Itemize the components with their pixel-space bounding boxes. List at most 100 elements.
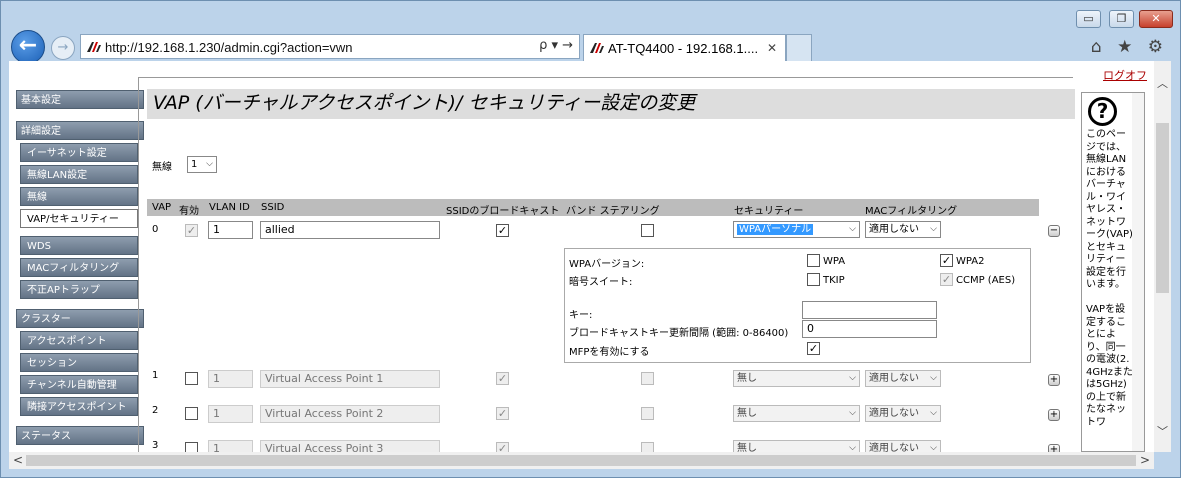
expand-button[interactable]: + [1048,374,1060,386]
scroll-down-icon[interactable]: ﹀ [1157,423,1168,439]
minimize-button[interactable]: ▭ [1076,10,1101,28]
site-logo-icon [590,43,604,53]
ssid-input[interactable]: Virtual Access Point 1 [260,370,440,388]
mfp-checkbox[interactable]: ✓ [807,342,820,355]
vlan-input[interactable]: 1 [208,370,253,388]
search-go-icon[interactable]: ρ ▾ → [539,38,573,53]
help-panel: ? このページでは、無線LANにおけるバーチャル・ワイヤレス・ネットワーク(VA… [1081,92,1145,452]
sidebar-item-neighbor-ap[interactable]: 隣接アクセスポイント [20,397,138,416]
col-broadcast: SSIDのブロードキャスト [446,206,560,217]
broadcast-checkbox[interactable]: ✓ [496,407,509,420]
url-text: http://192.168.1.230/admin.cgi?action=vw… [105,40,353,55]
col-enabled: 有効 [179,206,199,217]
col-band-steering: バンド ステアリング [566,206,660,217]
expand-button[interactable]: + [1048,409,1060,421]
enabled-checkbox[interactable] [185,407,198,420]
table-header: VAP 有効 VLAN ID SSID SSIDのブロードキャスト バンド ステ… [147,199,1039,217]
sidebar-item-wlan[interactable]: 無線LAN設定 [20,165,138,184]
sidebar-item-rogue-ap[interactable]: 不正APトラップ [20,280,138,299]
col-vap: VAP [152,202,172,213]
enabled-checkbox[interactable]: ✓ [185,224,198,237]
band-steering-checkbox[interactable] [641,224,654,237]
close-window-button[interactable]: ✕ [1139,10,1173,28]
security-select[interactable]: 無し ⌵ [733,370,860,387]
wpa-settings-panel: WPAバージョン: WPA ✓ WPA2 暗号スイート: TKIP ✓ CCMP… [564,248,1031,363]
toolbar-icons[interactable]: ⌂ ★ ⚙ [1091,37,1168,57]
mac-filter-select[interactable]: 適用しない ⌵ [865,221,941,238]
band-steering-checkbox[interactable] [641,442,654,452]
ccmp-checkbox[interactable]: ✓ [940,273,953,286]
page-title: VAP (バーチャルアクセスポイント)/ セキュリティー設定の変更 [147,89,1075,119]
sidebar-item-mac-filter[interactable]: MACフィルタリング [20,258,138,277]
band-steering-checkbox[interactable] [641,372,654,385]
scroll-right-icon[interactable]: > [1140,453,1150,467]
wpa2-label: WPA2 [956,256,985,267]
vertical-scrollbar[interactable]: ︿ ﹀ [1154,61,1171,452]
expand-button[interactable]: + [1048,444,1060,452]
logout-link[interactable]: ログオフ [1103,67,1147,83]
rekey-input[interactable]: 0 [802,320,937,338]
mac-filter-select[interactable]: 適用しない ⌵ [865,405,941,422]
tab-close-icon[interactable]: ✕ [767,41,777,55]
scroll-thumb[interactable] [26,455,1136,466]
enabled-checkbox[interactable] [185,372,198,385]
scroll-up-icon[interactable]: ︿ [1157,75,1168,91]
ssid-input[interactable]: Virtual Access Point 3 [260,440,440,452]
col-ssid: SSID [261,202,285,213]
col-security: セキュリティー [734,206,804,217]
wpa-checkbox[interactable] [807,254,820,267]
security-select[interactable]: WPAパーソナル ⌵ [733,221,860,238]
ccmp-label: CCMP (AES) [956,275,1016,286]
sidebar-item-radio[interactable]: 無線 [20,187,138,206]
sidebar: 基本設定 詳細設定 イーサネット設定 無線LAN設定 無線 VAP/セキュリティ… [9,85,144,445]
security-select[interactable]: 無し ⌵ [733,440,860,452]
vap-number: 1 [152,370,159,381]
sidebar-group-basic[interactable]: 基本設定 [16,90,144,109]
new-tab-button[interactable] [786,34,812,61]
sidebar-item-vap-security[interactable]: VAP/セキュリティー [20,209,138,228]
cipher-label: 暗号スイート: [569,277,633,288]
sidebar-item-channel-mgmt[interactable]: チャンネル自動管理 [20,375,138,394]
vlan-input[interactable]: 1 [208,440,253,452]
collapse-button[interactable]: − [1048,225,1060,237]
sidebar-item-access-points[interactable]: アクセスポイント [20,331,138,350]
wpa-version-label: WPAバージョン: [569,259,645,270]
enabled-checkbox[interactable] [185,442,198,452]
radio-label: 無線 [152,162,172,173]
broadcast-checkbox[interactable]: ✓ [496,372,509,385]
col-vlan: VLAN ID [209,202,250,213]
main-panel: VAP (バーチャルアクセスポイント)/ セキュリティー設定の変更 無線 1 ⌵ … [138,77,1075,452]
vap-number: 0 [152,224,159,235]
band-steering-checkbox[interactable] [641,407,654,420]
address-bar[interactable]: http://192.168.1.230/admin.cgi?action=vw… [80,34,580,59]
horizontal-scrollbar[interactable]: < > [9,452,1154,469]
sidebar-group-advanced[interactable]: 詳細設定 [16,121,144,140]
key-input[interactable] [802,301,937,319]
scroll-thumb[interactable] [1156,123,1169,293]
broadcast-checkbox[interactable]: ✓ [496,224,509,237]
mac-filter-select[interactable]: 適用しない ⌵ [865,370,941,387]
vlan-input[interactable]: 1 [208,221,253,239]
sidebar-item-ethernet[interactable]: イーサネット設定 [20,143,138,162]
ssid-input[interactable]: Virtual Access Point 2 [260,405,440,423]
radio-select[interactable]: 1 ⌵ [187,156,217,173]
broadcast-checkbox[interactable]: ✓ [496,442,509,452]
wpa2-checkbox[interactable]: ✓ [940,254,953,267]
sidebar-item-sessions[interactable]: セッション [20,353,138,372]
vlan-input[interactable]: 1 [208,405,253,423]
mac-filter-select[interactable]: 適用しない ⌵ [865,440,941,452]
sidebar-item-wds[interactable]: WDS [20,236,138,255]
sidebar-group-status[interactable]: ステータス [16,426,144,445]
scroll-left-icon[interactable]: < [13,453,23,467]
back-button[interactable]: ← [11,30,45,64]
forward-button[interactable]: → [51,36,75,60]
security-select[interactable]: 無し ⌵ [733,405,860,422]
ssid-input[interactable]: allied [260,221,440,239]
sidebar-group-cluster[interactable]: クラスター [16,309,144,328]
tkip-label: TKIP [823,275,845,286]
help-scrollbar[interactable] [1132,93,1144,451]
maximize-button[interactable]: ❐ [1109,10,1134,28]
key-label: キー: [569,310,593,321]
tab-active[interactable]: AT-TQ4400 - 192.168.1.... ✕ [583,34,786,61]
tkip-checkbox[interactable] [807,273,820,286]
